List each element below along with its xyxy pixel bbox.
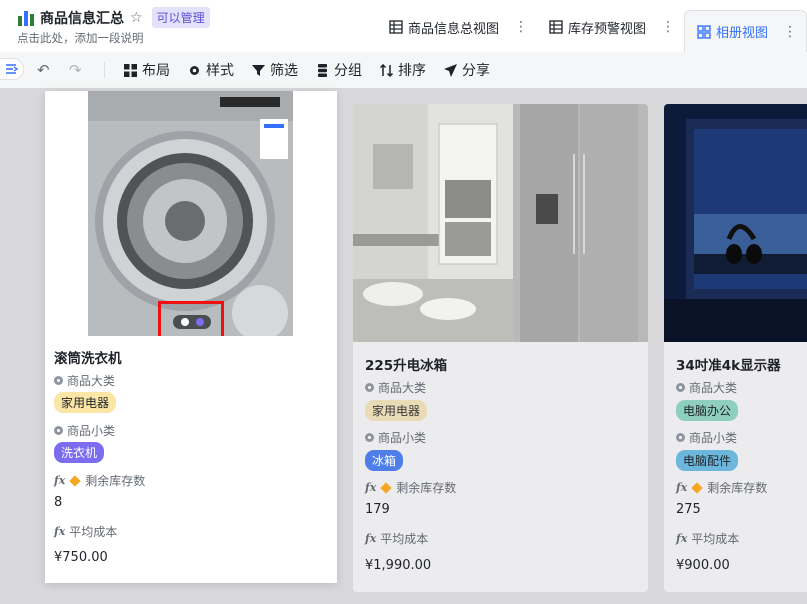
star-icon[interactable]: ☆ [130,10,143,26]
filter-button[interactable]: 筛选 [252,60,298,80]
formula-icon: fx [676,481,688,494]
undo-icon[interactable]: ↶ [37,61,50,79]
field-label-cost: fx 平均成本 [365,532,429,546]
field-label-category: 商品大类 [365,379,426,396]
subcategory-tag: 洗衣机 [54,442,105,463]
layout-icon [124,63,137,77]
product-image [353,104,648,342]
more-icon[interactable]: ⋮ [661,19,675,35]
warning-diamond-icon [380,481,392,494]
field-label-stock: fx 剩余库存数 [365,481,457,495]
group-label: 分组 [334,63,362,79]
title-row: 商品信息汇总 ☆ 可以管理 [17,7,210,28]
category-tag: 家用电器 [365,400,428,421]
field-label-category: 商品大类 [54,372,115,389]
sort-button[interactable]: 排序 [380,60,426,80]
sort-label: 排序 [398,63,426,79]
layout-button[interactable]: 布局 [124,60,170,80]
filter-icon [252,64,265,76]
style-label: 样式 [206,63,234,79]
gallery-card[interactable]: 225升电冰箱 商品大类 家用电器 商品小类 冰箱 fx 剩余库存数 179 fx… [353,104,648,592]
cost-value: ¥1,990.00 [365,558,432,573]
toolbar-divider [104,62,105,78]
description[interactable]: 点击此处，添加一段说明 [17,30,144,46]
gallery-icon [697,24,711,39]
tab-product-overview[interactable]: 商品信息总视图 ⋮ [377,10,537,44]
formula-icon: fx [365,532,377,545]
stock-value: 8 [54,495,63,510]
group-icon [318,63,327,77]
grid-table-icon [549,20,563,34]
bar-chart-icon [18,10,34,26]
product-image [45,91,337,336]
tab-gallery[interactable]: 相册视图 ⋮ [683,10,807,52]
category-tag: 电脑办公 [676,400,739,421]
formula-icon: fx [676,532,688,545]
field-label-category: 商品大类 [676,379,737,396]
send-icon [444,63,457,77]
option-field-icon [676,383,685,392]
field-label-stock: fx 剩余库存数 [676,481,768,495]
field-label-stock: fx 剩余库存数 [54,474,146,488]
warning-diamond-icon [691,481,703,494]
view-tabs: 商品信息总视图 ⋮ 库存预警视图 ⋮ 相册视图 ⋮ [377,10,807,52]
formula-icon: fx [54,474,66,487]
redo-icon[interactable]: ↷ [69,61,82,79]
filter-label: 筛选 [270,63,298,79]
more-icon[interactable]: ⋮ [783,24,797,40]
toolbar-actions: 布局 样式 筛选 分组 排序 分享 [124,52,490,88]
sidebar-toggle-icon[interactable] [0,58,24,80]
gallery-card[interactable]: 34吋准4k显示器 商品大类 电脑办公 商品小类 电脑配件 fx 剩余库存数 27… [664,104,807,592]
card-title: 34吋准4k显示器 [676,358,781,374]
subcategory-tag: 电脑配件 [676,450,739,471]
gear-icon [190,65,199,75]
option-field-icon [365,433,374,442]
tab-stock-warning[interactable]: 库存预警视图 ⋮ [537,10,684,44]
formula-icon: fx [365,481,377,494]
product-image [664,104,807,342]
field-label-cost: fx 平均成本 [676,532,740,546]
sort-icon [380,63,393,77]
tab-label: 相册视图 [715,26,768,41]
share-label: 分享 [462,63,490,79]
field-label-cost: fx 平均成本 [54,525,118,539]
gallery-card[interactable]: 滚筒洗衣机 商品大类 家用电器 商品小类 洗衣机 fx 剩余库存数 8 fx 平均成… [45,91,337,583]
cost-value: ¥900.00 [676,558,730,573]
tab-label: 商品信息总视图 [407,21,499,37]
field-label-subcategory: 商品小类 [365,429,426,446]
layout-label: 布局 [142,63,170,79]
stock-value: 275 [676,502,701,517]
style-button[interactable]: 样式 [188,60,234,80]
stock-value: 179 [365,502,390,517]
warning-diamond-icon [69,474,81,487]
page-title[interactable]: 商品信息汇总 [40,8,124,28]
grid-table-icon [389,20,403,34]
formula-icon: fx [54,525,66,538]
share-button[interactable]: 分享 [444,60,490,80]
category-tag: 家用电器 [54,392,117,413]
option-field-icon [365,383,374,392]
toolbar: ↶ ↷ 布局 样式 筛选 分组 排序 分享 [0,52,807,88]
permission-badge[interactable]: 可以管理 [151,7,210,28]
option-field-icon [54,376,63,385]
tab-label: 库存预警视图 [567,21,646,37]
field-label-subcategory: 商品小类 [676,429,737,446]
option-field-icon [54,426,63,435]
header: 商品信息汇总 ☆ 可以管理 点击此处，添加一段说明 商品信息总视图 ⋮ 库存预警… [0,0,807,52]
cost-value: ¥750.00 [54,550,108,565]
subcategory-tag: 冰箱 [365,450,404,471]
card-title: 滚筒洗衣机 [54,351,122,367]
card-title: 225升电冰箱 [365,358,448,374]
field-label-subcategory: 商品小类 [54,422,115,439]
option-field-icon [676,433,685,442]
group-button[interactable]: 分组 [316,60,362,80]
more-icon[interactable]: ⋮ [514,19,528,35]
highlight-box [158,301,224,336]
